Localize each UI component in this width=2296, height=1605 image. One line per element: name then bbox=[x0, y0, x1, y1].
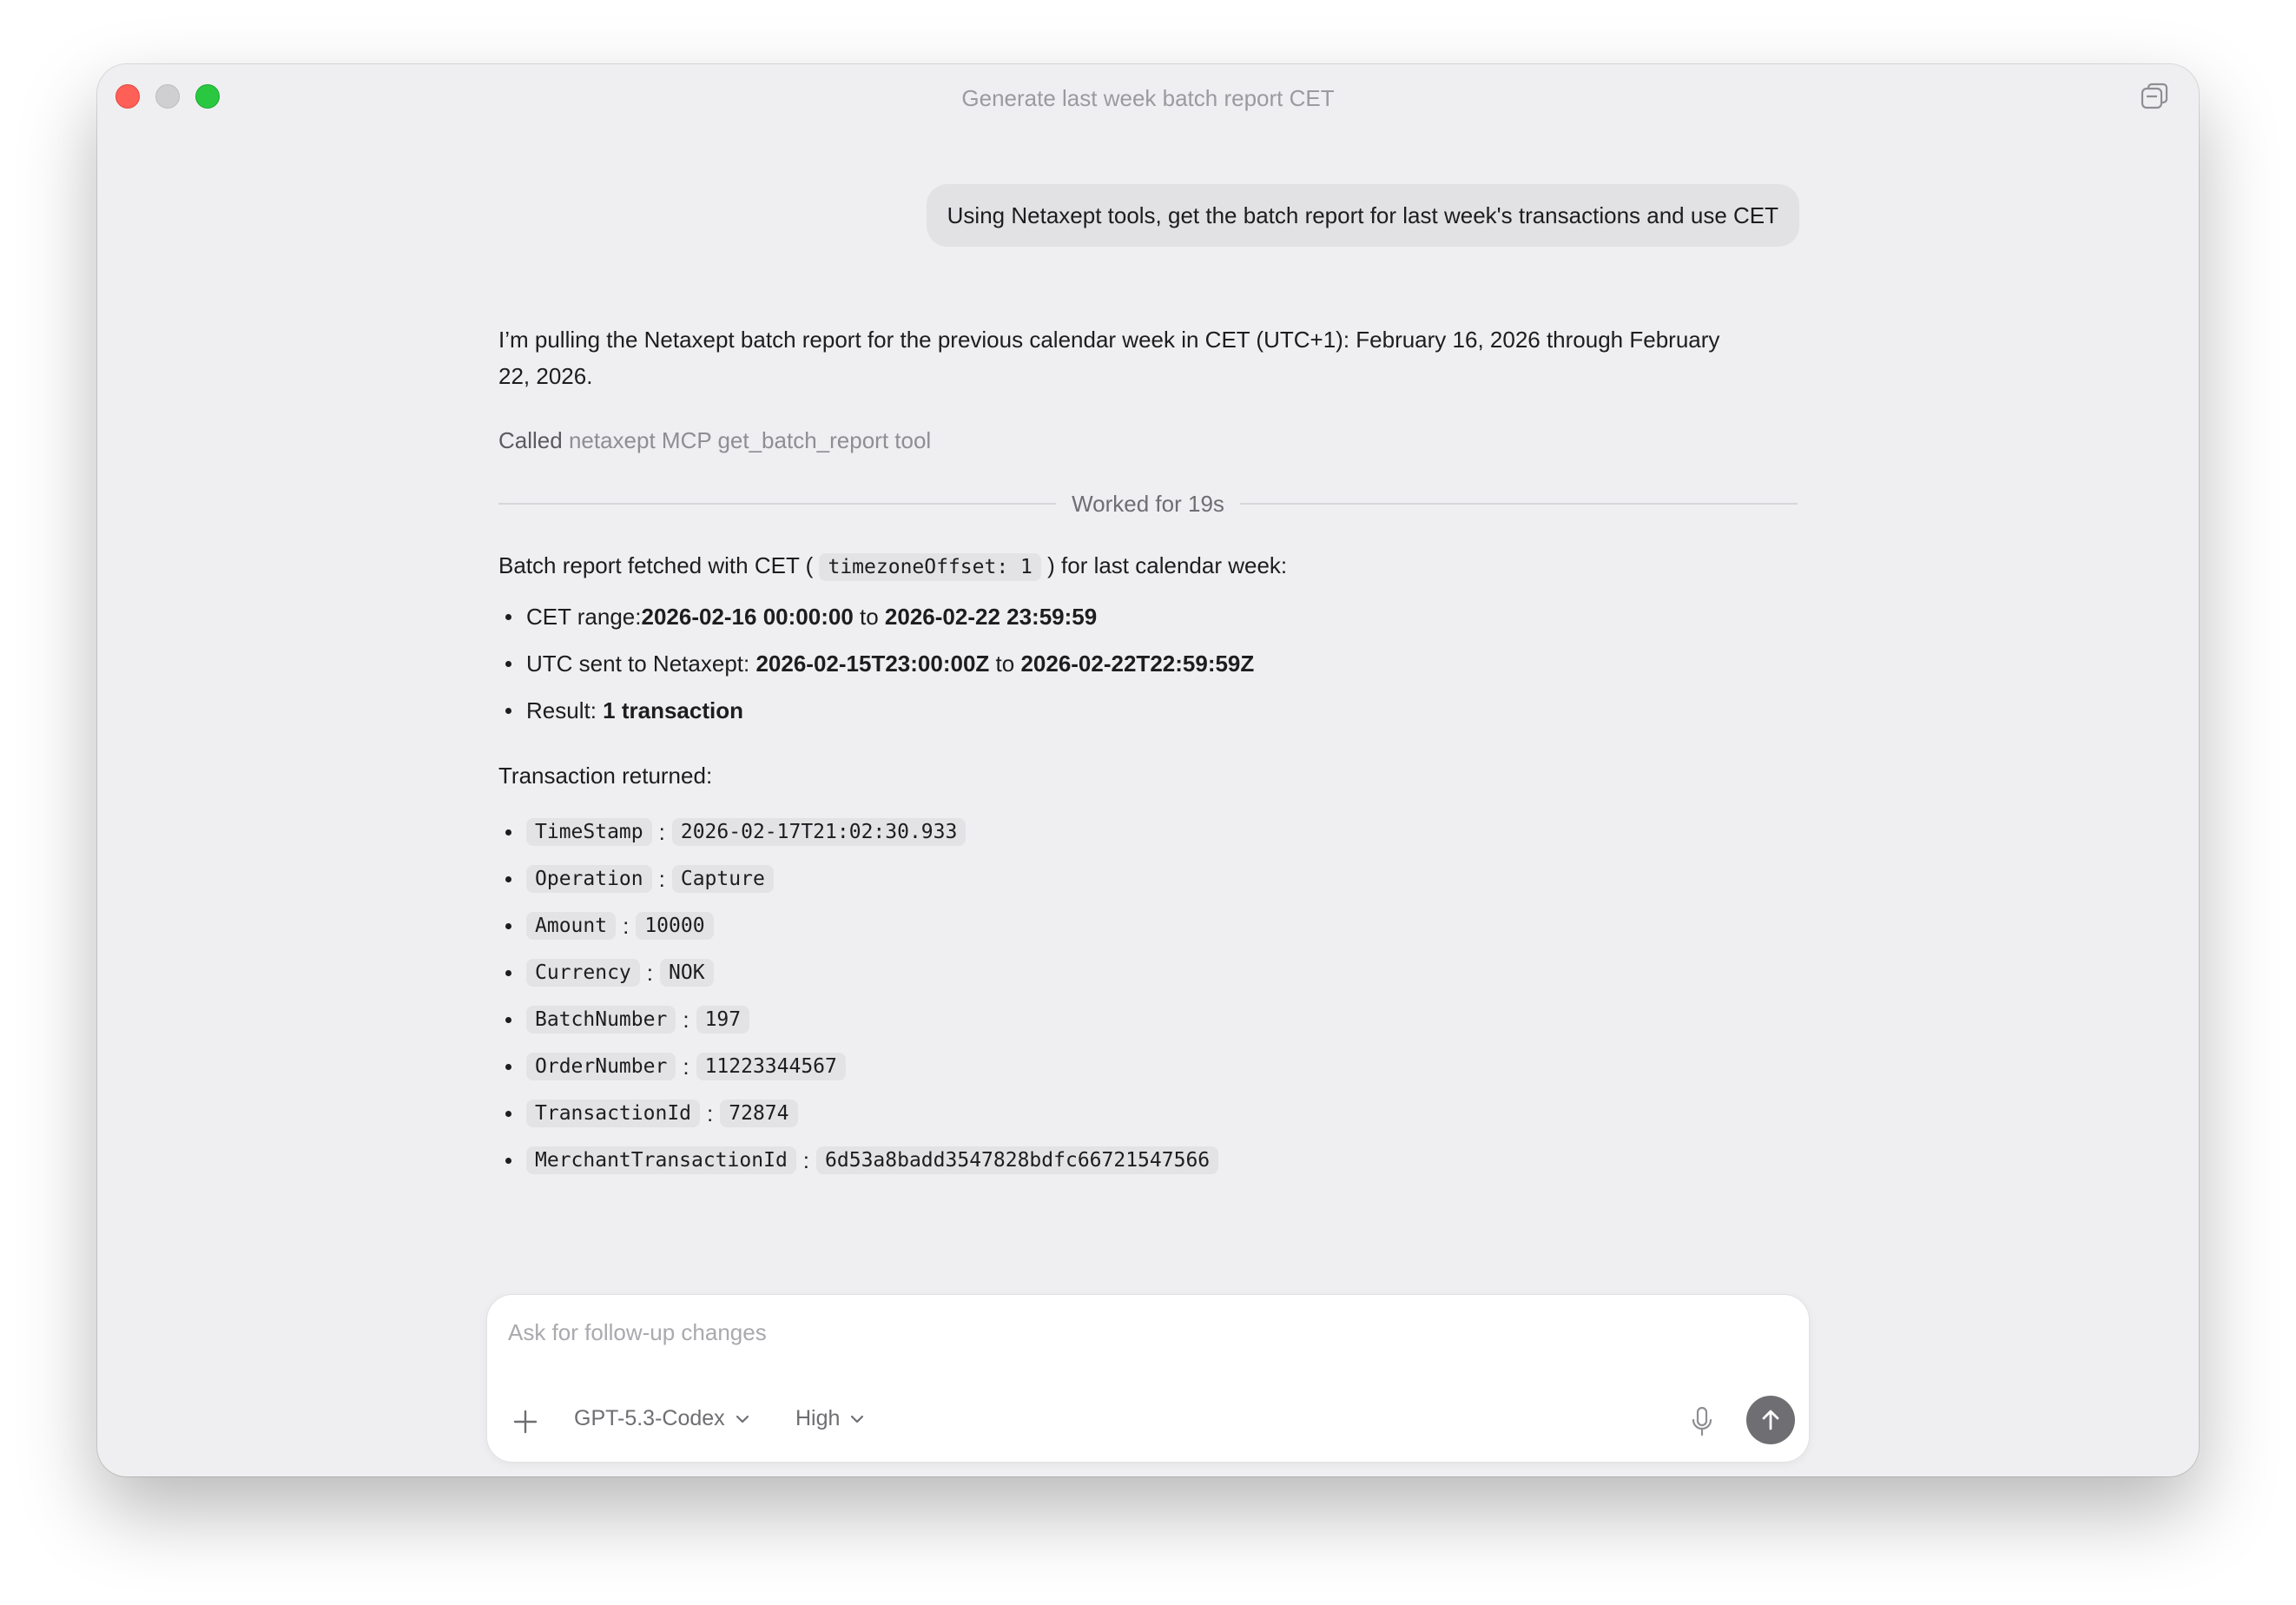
list-item: MerchantTransactionId:6d53a8badd3547828b… bbox=[498, 1137, 1219, 1184]
list-item: BatchNumber:197 bbox=[498, 996, 1218, 1043]
summary-label: UTC sent to Netaxept: bbox=[526, 650, 756, 677]
list-item: Amount:10000 bbox=[498, 902, 1218, 949]
divider-line-right bbox=[1239, 503, 1798, 505]
summary-label: CET range: bbox=[526, 603, 642, 630]
summary-sep: to bbox=[853, 603, 885, 630]
field-colon: : bbox=[707, 1100, 714, 1126]
result-label: Result: bbox=[526, 697, 604, 723]
field-colon: : bbox=[658, 865, 665, 892]
follow-up-input[interactable]: Ask for follow-up changes bbox=[508, 1319, 767, 1346]
fetched-prefix: Batch report fetched with CET ( bbox=[498, 552, 814, 578]
window-title: Generate last week batch report CET bbox=[961, 85, 1335, 111]
list-item: Operation: Capture bbox=[498, 855, 1218, 902]
worked-for-divider[interactable]: Worked for 19s bbox=[498, 486, 1798, 521]
assistant-intro: I’m pulling the Netaxept batch report fo… bbox=[498, 321, 1801, 394]
summary-from: 2026-02-15T23:00:00Z bbox=[755, 650, 990, 677]
effort-label: High bbox=[795, 1406, 841, 1430]
list-item: Currency: NOK bbox=[498, 949, 1218, 996]
field-value: 10000 bbox=[636, 912, 714, 940]
field-value: 197 bbox=[696, 1006, 750, 1034]
list-item: TimeStamp:2026-02-17T21:02:30.933 bbox=[498, 809, 1218, 855]
field-key: TimeStamp bbox=[526, 818, 652, 846]
field-value: 72874 bbox=[720, 1100, 798, 1127]
new-window-icon[interactable] bbox=[2140, 83, 2169, 112]
field-key: TransactionId bbox=[526, 1100, 701, 1127]
list-item-cet-range: CET range: 2026-02-16 00:00:00 to 2026-0… bbox=[498, 593, 1254, 640]
field-value: Capture bbox=[671, 865, 774, 893]
summary-sep: to bbox=[989, 650, 1021, 677]
fetched-suffix: ) for last calendar week: bbox=[1047, 552, 1288, 578]
fetched-line: Batch report fetched with CET ( timezone… bbox=[498, 547, 1801, 585]
model-picker[interactable]: GPT-5.3-Codex bbox=[574, 1406, 751, 1431]
chevron-down-icon bbox=[736, 1415, 749, 1423]
called-tool-name[interactable]: netaxept MCP get_batch_report tool bbox=[569, 427, 931, 453]
summary-to: 2026-02-22T22:59:59Z bbox=[1020, 650, 1255, 677]
field-colon: : bbox=[683, 1053, 689, 1080]
arrow-up-icon bbox=[1762, 1410, 1779, 1430]
field-value: 6d53a8badd3547828bdfc66721547566 bbox=[816, 1146, 1219, 1174]
summary-from: 2026-02-16 00:00:00 bbox=[641, 603, 854, 630]
user-message-bubble: Using Netaxept tools, get the batch repo… bbox=[926, 184, 1799, 247]
field-colon: : bbox=[658, 818, 665, 845]
field-key: OrderNumber bbox=[526, 1053, 676, 1080]
worked-for-label: Worked for 19s bbox=[1072, 490, 1224, 517]
field-colon: : bbox=[646, 959, 654, 986]
field-colon: : bbox=[802, 1146, 810, 1173]
list-item: TransactionId:72874 bbox=[498, 1090, 1218, 1137]
field-colon: : bbox=[683, 1006, 689, 1033]
divider-line-left bbox=[498, 503, 1057, 505]
send-button[interactable] bbox=[1746, 1396, 1795, 1444]
field-value: NOK bbox=[660, 959, 714, 987]
tool-call-line[interactable]: Called netaxept MCP get_batch_report too… bbox=[498, 422, 1801, 459]
summary-to: 2026-02-22 23:59:59 bbox=[884, 603, 1098, 630]
model-label: GPT-5.3-Codex bbox=[574, 1406, 725, 1430]
reasoning-effort-picker[interactable]: High bbox=[795, 1406, 866, 1431]
list-item-result: Result: 1 transaction bbox=[498, 687, 1254, 734]
field-value: 2026-02-17T21:02:30.933 bbox=[671, 818, 967, 846]
summary-list: CET range: 2026-02-16 00:00:00 to 2026-0… bbox=[498, 593, 1254, 734]
app-window: Generate last week batch report CET Usin… bbox=[97, 64, 2199, 1476]
field-key: Currency bbox=[526, 959, 640, 987]
field-key: Operation bbox=[526, 865, 652, 893]
field-key: BatchNumber bbox=[526, 1006, 676, 1034]
transaction-fields-list: TimeStamp:2026-02-17T21:02:30.933 Operat… bbox=[498, 809, 1219, 1184]
intro-line-2: 22, 2026. bbox=[498, 363, 593, 389]
field-value: 11223344567 bbox=[696, 1053, 846, 1080]
composer: Ask for follow-up changes GPT-5.3-Codex … bbox=[486, 1294, 1810, 1463]
composer-toolbar: GPT-5.3-Codex High bbox=[487, 1382, 1809, 1462]
result-value: 1 transaction bbox=[603, 697, 743, 723]
field-key: MerchantTransactionId bbox=[526, 1146, 796, 1174]
transaction-heading: Transaction returned: bbox=[498, 763, 713, 789]
field-key: Amount bbox=[526, 912, 617, 940]
list-item: OrderNumber:11223344567 bbox=[498, 1043, 1218, 1090]
called-label: Called bbox=[498, 427, 563, 453]
plus-icon[interactable] bbox=[510, 1406, 541, 1437]
microphone-icon[interactable] bbox=[1689, 1404, 1715, 1439]
list-item-utc-range: UTC sent to Netaxept: 2026-02-15T23:00:0… bbox=[498, 640, 1254, 687]
field-colon: : bbox=[623, 912, 630, 939]
chevron-down-icon bbox=[851, 1415, 864, 1423]
intro-line-1: I’m pulling the Netaxept batch report fo… bbox=[498, 327, 1720, 353]
timezone-offset-code: timezoneOffset: 1 bbox=[819, 553, 1041, 581]
user-message-text: Using Netaxept tools, get the batch repo… bbox=[947, 201, 1778, 228]
title-bar: Generate last week batch report CET bbox=[97, 64, 2199, 134]
